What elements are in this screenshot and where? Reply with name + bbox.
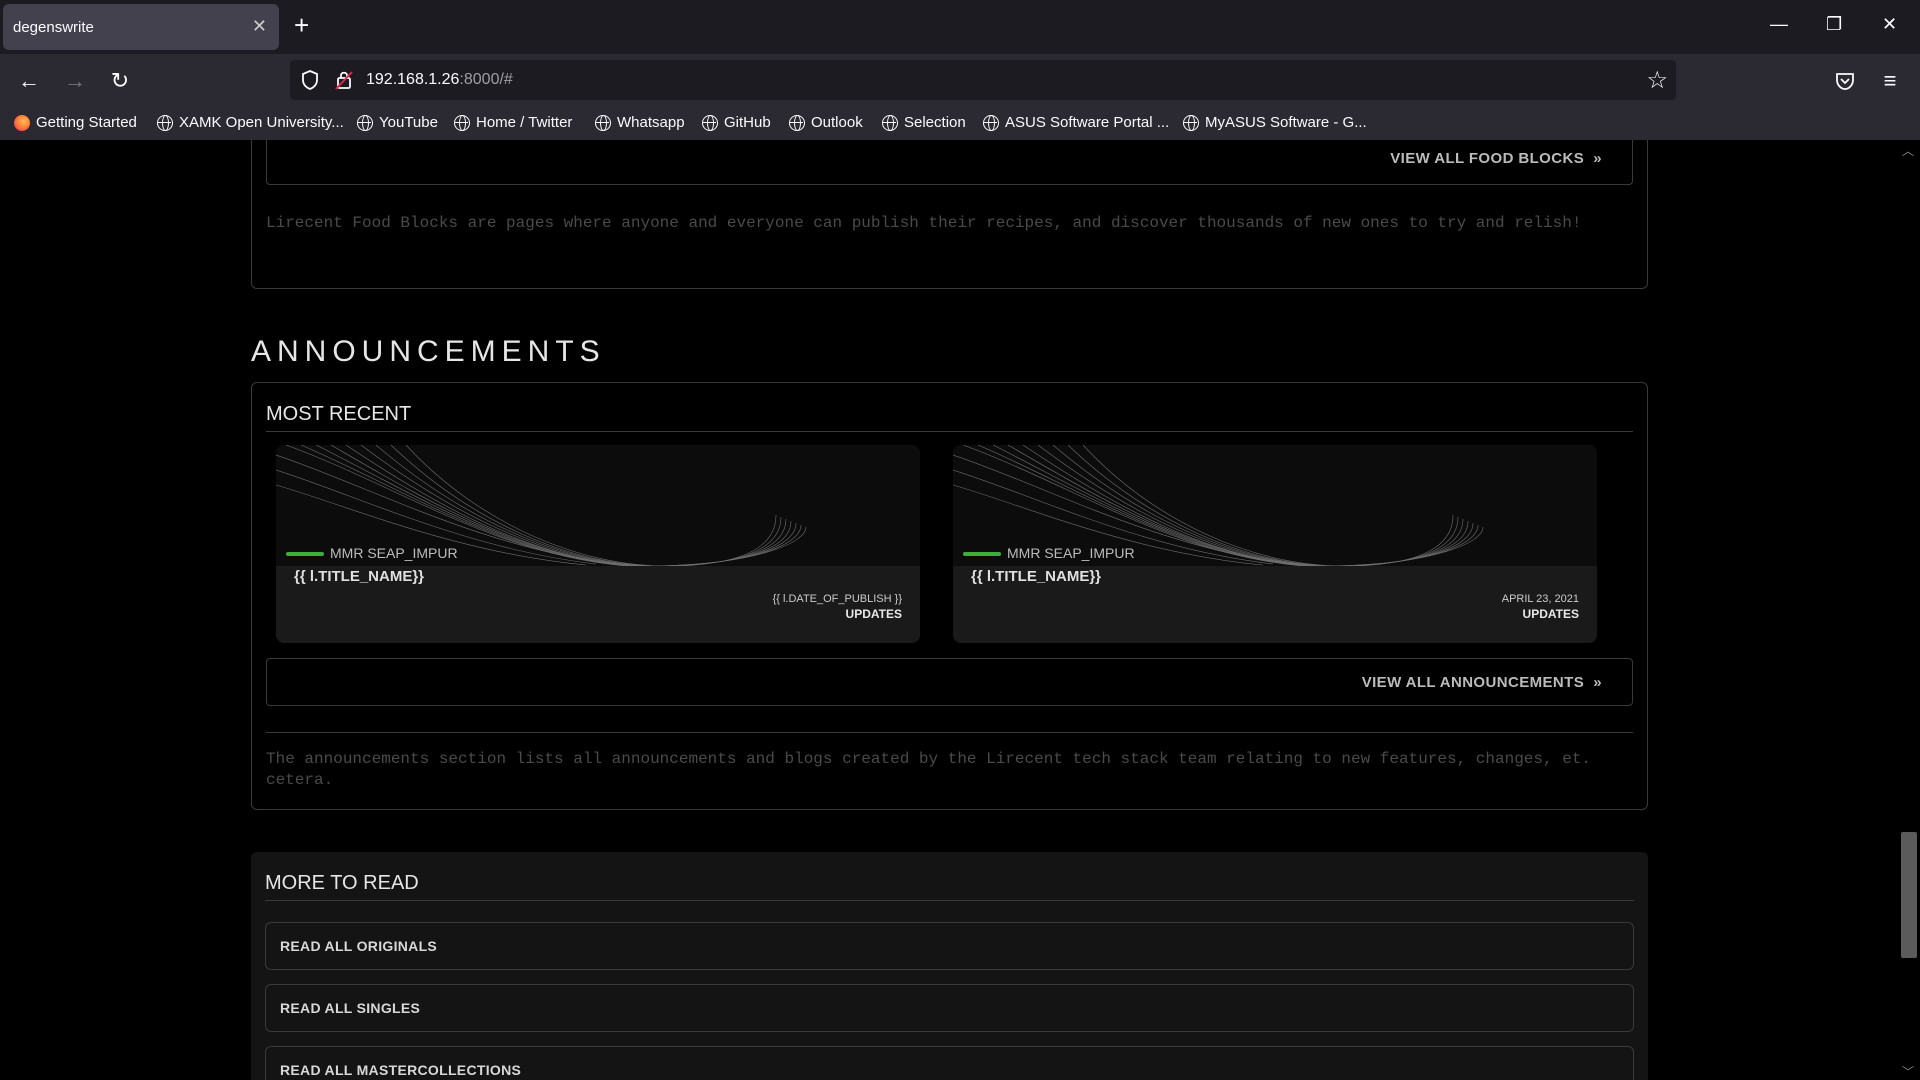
announcements-panel: MOST RECENT MMR SEAP_IMPUR {{l.TITLE_NA… [251, 382, 1648, 810]
globe-icon [882, 114, 898, 131]
globe-icon [357, 114, 373, 131]
url-bar[interactable]: 192.168.1.26:8000/# ☆ [290, 60, 1676, 100]
bookmark-label: Whatsapp [617, 114, 685, 131]
bookmark-github[interactable]: GitHub [702, 114, 771, 131]
minimize-icon[interactable]: — [1770, 14, 1788, 35]
globe-icon [454, 114, 470, 131]
divider [266, 732, 1633, 733]
card-category: UPDATES [845, 607, 902, 621]
tag-accent-bar [963, 552, 1001, 556]
tracking-shield-icon[interactable] [300, 69, 320, 91]
view-all-announcements-button[interactable]: VIEW ALL ANNOUNCEMENTS » [266, 658, 1633, 706]
announcements-heading: ANNOUNCEMENTS [251, 335, 606, 368]
card-title: {{ l.TITLE_NAME}} [294, 568, 425, 585]
page-scrollbar[interactable]: ︿ ﹀ [1898, 140, 1920, 1080]
view-all-food-blocks-button[interactable]: VIEW ALL FOOD BLOCKS » [266, 140, 1633, 185]
bookmark-selection[interactable]: Selection [882, 114, 966, 131]
bookmark-myasus[interactable]: MyASUS Software - G... [1183, 114, 1367, 131]
card-title: {{ l.TITLE_NAME}} [971, 568, 1102, 585]
divider [266, 431, 1633, 432]
bookmark-label: Getting Started [36, 114, 137, 131]
scroll-up-arrow-icon[interactable]: ︿ [1902, 142, 1914, 159]
new-tab-icon[interactable]: + [294, 10, 309, 41]
bookmark-outlook[interactable]: Outlook [789, 114, 863, 131]
card-category: UPDATES [1522, 607, 1579, 621]
food-blocks-description: Lirecent Food Blocks are pages where any… [266, 214, 1582, 232]
bookmark-label: Selection [904, 114, 966, 131]
globe-icon [702, 114, 718, 131]
reload-icon[interactable]: ↻ [105, 66, 135, 96]
insecure-lock-icon[interactable] [334, 69, 354, 91]
read-all-singles-label: READ ALL SINGLES [280, 1000, 421, 1016]
bookmark-label: Home / Twitter [476, 114, 573, 131]
bookmark-twitter[interactable]: Home / Twitter [454, 114, 572, 131]
back-icon[interactable]: ← [14, 66, 44, 96]
bookmark-label: XAMK Open University... [179, 114, 344, 131]
read-all-mastercollections-label: READ ALL MASTERCOLLECTIONS [280, 1062, 522, 1078]
view-all-announcements-text: VIEW ALL ANNOUNCEMENTS [1361, 674, 1585, 691]
most-recent-heading: MOST RECENT [266, 403, 412, 425]
scroll-down-arrow-icon[interactable]: ﹀ [1902, 1063, 1914, 1080]
restore-icon[interactable]: ❐ [1826, 14, 1842, 35]
firefox-icon [14, 114, 30, 131]
more-to-read-panel: MORE TO READ READ ALL ORIGINALS READ ALL… [251, 852, 1648, 1080]
globe-icon [595, 114, 611, 131]
announcement-card[interactable]: MMR SEAP_IMPUR {{ l.TITLE_NAME}} {{ l.DA… [276, 445, 920, 643]
card-date: {{ l.DATE_OF_PUBLISH }} [772, 593, 902, 605]
bookmark-label: YouTube [379, 114, 438, 131]
bookmark-label: GitHub [724, 114, 771, 131]
card-date: APRIL 23, 2021 [1501, 593, 1579, 605]
card-tag: MMR SEAP_IMPUR [330, 545, 458, 561]
close-tab-icon[interactable]: ✕ [252, 16, 267, 37]
page-content: VIEW ALL FOOD BLOCKS » Lirecent Food Blo… [0, 140, 1920, 1080]
tag-accent-bar [286, 552, 324, 556]
announcement-card[interactable]: MMR SEAP_IMPUR {{ l.TITLE_NAME}} APRIL 2… [953, 445, 1597, 643]
globe-icon [983, 114, 999, 131]
url-path: :8000/# [459, 71, 513, 88]
bookmark-label: MyASUS Software - G... [1205, 114, 1367, 131]
bookmark-asus-portal[interactable]: ASUS Software Portal ... [983, 114, 1169, 131]
globe-icon [789, 114, 805, 131]
view-all-food-blocks-label: VIEW ALL FOOD BLOCKS » [1390, 150, 1602, 167]
view-all-announcements-label: VIEW ALL ANNOUNCEMENTS » [1361, 674, 1602, 691]
view-all-food-blocks-text: VIEW ALL FOOD BLOCKS [1390, 150, 1585, 167]
bookmark-getting-started[interactable]: Getting Started [14, 114, 137, 131]
url-text: 192.168.1.26:8000/# [366, 71, 513, 89]
bookmark-label: ASUS Software Portal ... [1005, 114, 1170, 131]
announcements-description: The announcements section lists all anno… [266, 750, 1592, 789]
read-all-originals-label: READ ALL ORIGINALS [280, 938, 438, 954]
globe-icon [157, 114, 173, 131]
read-all-originals-button[interactable]: READ ALL ORIGINALS [265, 922, 1634, 970]
close-window-icon[interactable]: ✕ [1882, 14, 1897, 35]
navigation-toolbar: ← → ↻ 192.168.1.26:8000/# ☆ ≡ [0, 54, 1920, 108]
bookmark-youtube[interactable]: YouTube [357, 114, 438, 131]
read-all-singles-button[interactable]: READ ALL SINGLES [265, 984, 1634, 1032]
bookmarks-toolbar: Getting Started XAMK Open University... … [0, 108, 1920, 140]
forward-icon[interactable]: → [60, 66, 90, 96]
url-host: 192.168.1.26 [366, 71, 460, 88]
bookmark-star-icon[interactable]: ☆ [1646, 66, 1668, 95]
bookmark-whatsapp[interactable]: Whatsapp [595, 114, 685, 131]
divider [265, 900, 1634, 901]
food-blocks-panel: VIEW ALL FOOD BLOCKS » Lirecent Food Blo… [251, 140, 1648, 289]
bookmark-label: Outlook [811, 114, 863, 131]
menu-icon[interactable]: ≡ [1875, 66, 1905, 96]
more-to-read-heading: MORE TO READ [265, 872, 419, 894]
browser-tab[interactable]: degenswrite ✕ [3, 4, 279, 50]
pocket-icon[interactable] [1834, 70, 1856, 92]
globe-icon [1183, 114, 1199, 131]
bookmark-xamk[interactable]: XAMK Open University... [157, 114, 344, 131]
read-all-mastercollections-button[interactable]: READ ALL MASTERCOLLECTIONS [265, 1046, 1634, 1080]
scrollbar-thumb[interactable] [1901, 832, 1917, 958]
tab-title: degenswrite [13, 19, 94, 36]
tab-strip: degenswrite ✕ + — ❐ ✕ [0, 0, 1920, 54]
card-tag: MMR SEAP_IMPUR [1007, 545, 1135, 561]
